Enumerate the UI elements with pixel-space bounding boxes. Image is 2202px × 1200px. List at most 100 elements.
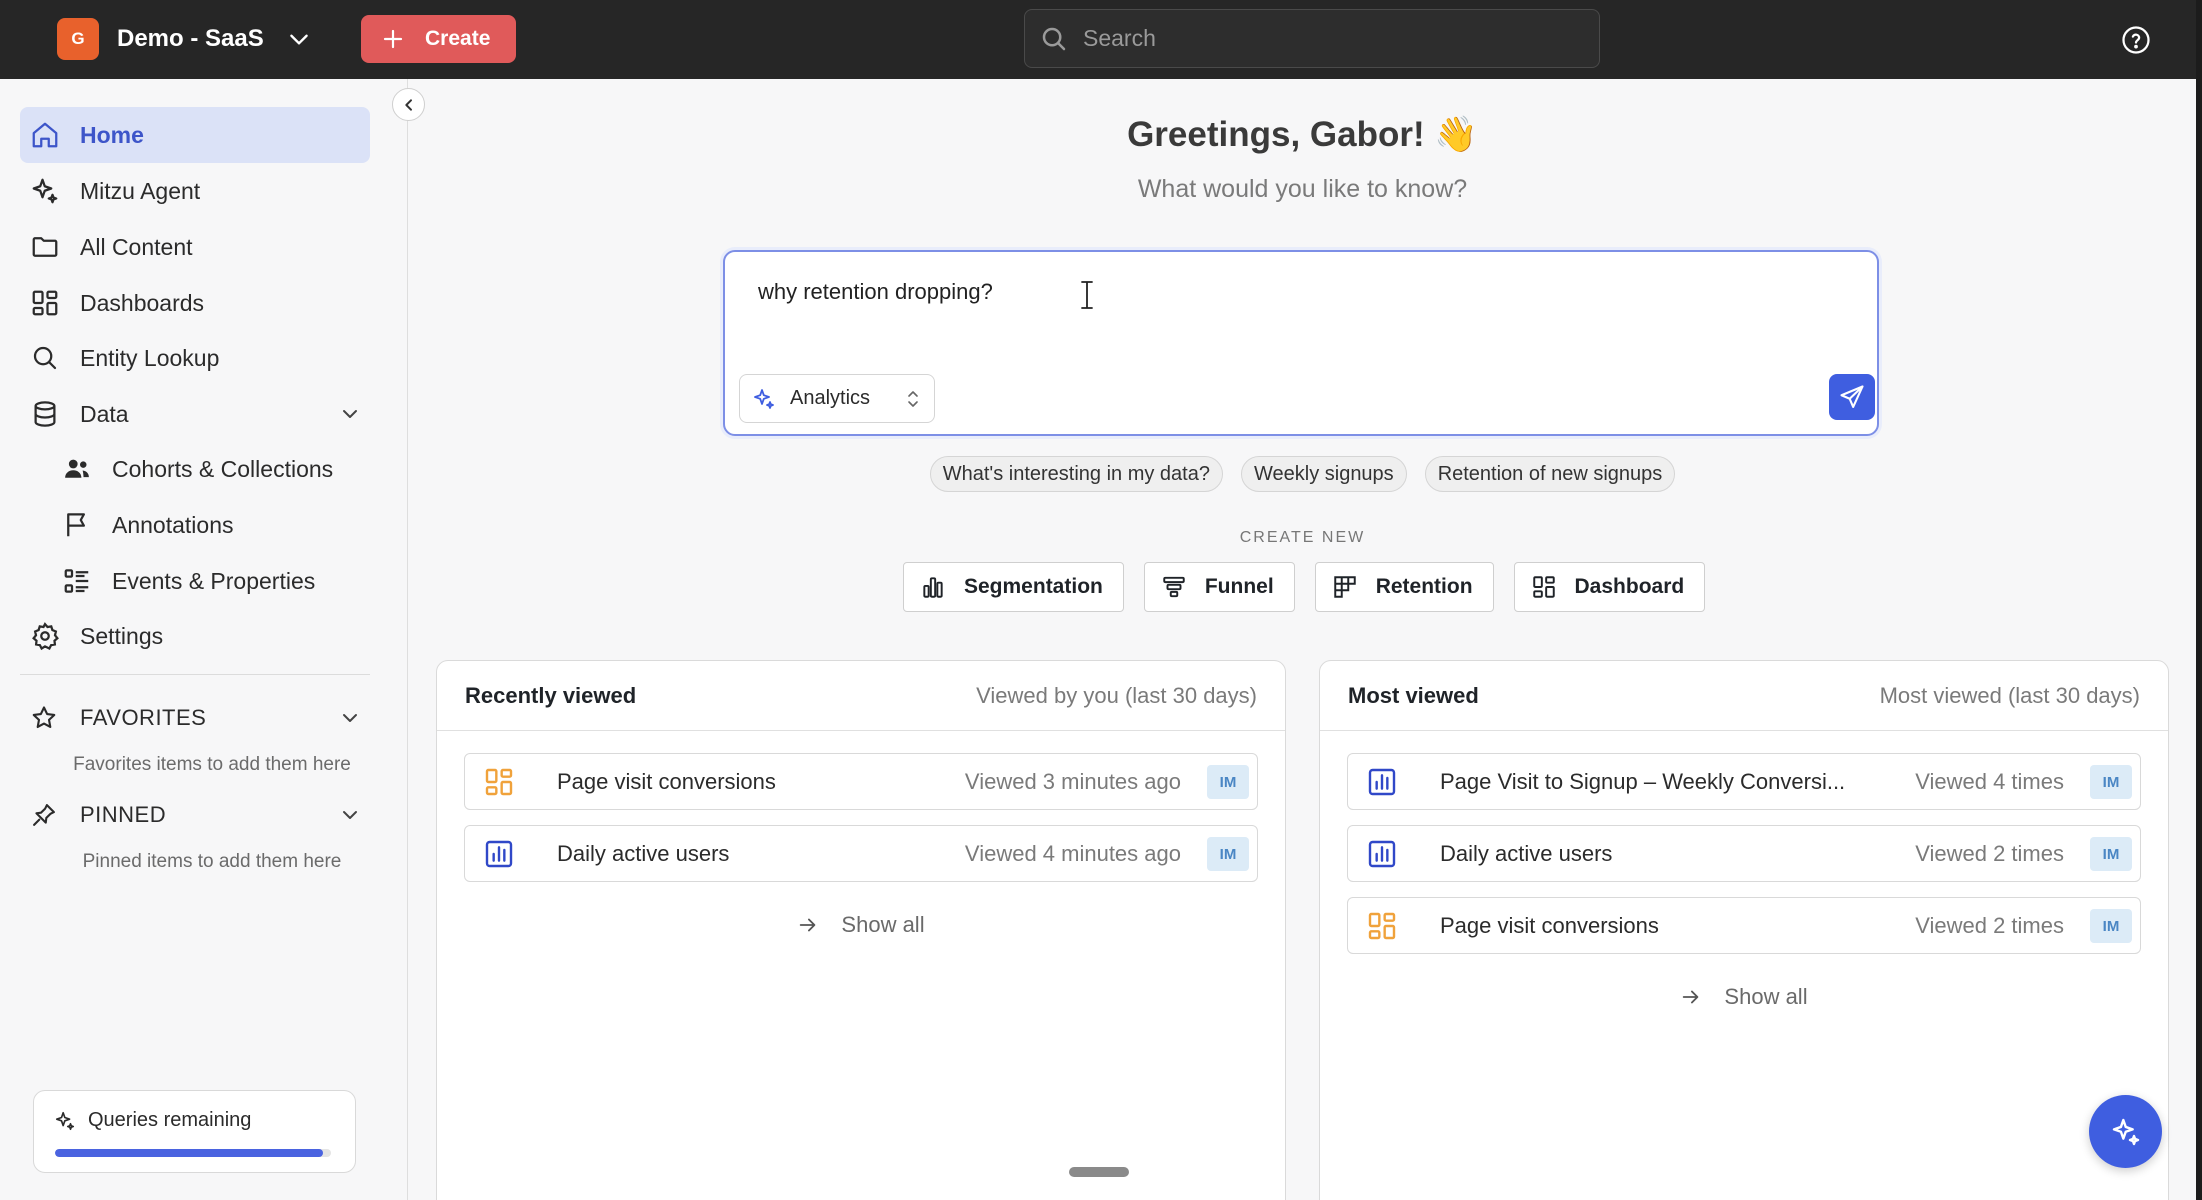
arrow-right-icon: [1683, 990, 1699, 1004]
pinned-header[interactable]: PINNED: [20, 795, 370, 835]
agent-fab-button[interactable]: [2089, 1095, 2162, 1168]
sparkle-icon: [32, 178, 58, 204]
panel-title: Most viewed: [1348, 682, 1479, 708]
create-segmentation-button[interactable]: Segmentation: [903, 562, 1124, 612]
star-icon: [32, 706, 56, 729]
plus-icon: [383, 29, 403, 49]
sidebar-item-all-content[interactable]: All Content: [20, 219, 370, 275]
sidebar-item-label: Cohorts & Collections: [112, 455, 334, 482]
sidebar-item-mitzu-agent[interactable]: Mitzu Agent: [20, 163, 370, 219]
panel-header: Recently viewed Viewed by you (last 30 d…: [437, 661, 1285, 731]
sidebar-item-label: Data: [80, 400, 129, 427]
mode-select[interactable]: Analytics: [739, 374, 935, 423]
queries-progress-bar: [55, 1149, 331, 1157]
dashboard-icon: [32, 290, 58, 316]
dashboard-icon: [1532, 576, 1555, 598]
suggestion-chip[interactable]: Weekly signups: [1240, 456, 1407, 492]
suggestion-chip[interactable]: What's interesting in my data?: [929, 456, 1223, 492]
search-input[interactable]: [1083, 25, 1563, 52]
favorites-header[interactable]: FAVORITES: [20, 698, 370, 738]
sidebar-item-label: Entity Lookup: [80, 344, 220, 371]
list-item[interactable]: Daily active users Viewed 2 times IM: [1347, 825, 2141, 882]
list-item[interactable]: Page Visit to Signup – Weekly Conversi..…: [1347, 753, 2141, 810]
show-all-link[interactable]: Show all: [1347, 984, 2141, 1010]
sidebar-item-label: Dashboards: [80, 289, 205, 316]
main-panel: Greetings, Gabor! 👋 What would you like …: [409, 79, 2196, 1200]
send-icon: [1840, 385, 1864, 408]
list-item[interactable]: Page visit conversions Viewed 3 minutes …: [464, 753, 1258, 810]
sidebar-item-annotations[interactable]: Annotations: [52, 497, 370, 553]
sidebar: Home Mitzu Agent All Content Dashboards …: [0, 79, 408, 1200]
sidebar-item-home[interactable]: Home: [20, 107, 370, 163]
list-item[interactable]: Daily active users Viewed 4 minutes ago …: [464, 825, 1258, 882]
funnel-icon: [1163, 576, 1185, 598]
panel-header: Most viewed Most viewed (last 30 days): [1320, 661, 2168, 731]
search-icon: [33, 346, 57, 370]
search-icon: [1042, 27, 1066, 50]
search-bar[interactable]: [1024, 9, 1600, 68]
help-icon[interactable]: [2121, 25, 2151, 55]
queries-remaining-card[interactable]: Queries remaining: [33, 1090, 356, 1173]
create-retention-button[interactable]: Retention: [1314, 562, 1494, 612]
gear-icon: [32, 622, 59, 651]
create-dashboard-button[interactable]: Dashboard: [1513, 562, 1706, 612]
sidebar-divider: [20, 674, 370, 675]
show-all-link[interactable]: Show all: [464, 912, 1258, 938]
flag-icon: [67, 513, 85, 537]
bar-chart-icon: [923, 577, 943, 598]
home-icon: [32, 122, 58, 148]
panel-subtitle: Most viewed (last 30 days): [1879, 682, 2140, 708]
agent-prompt-box[interactable]: why retention dropping? Analytics: [723, 250, 1879, 436]
queries-label: Queries remaining: [88, 1109, 252, 1131]
chevron-down-icon: [343, 410, 357, 418]
sidebar-item-events[interactable]: Events & Properties: [52, 553, 370, 609]
sidebar-item-label: All Content: [80, 233, 193, 260]
create-label: Create: [425, 27, 491, 50]
queries-row: Queries remaining: [54, 1109, 251, 1132]
suggestion-chips: What's interesting in my data? Weekly si…: [409, 456, 2196, 492]
item-name: Page Visit to Signup – Weekly Conversi..…: [1440, 768, 1846, 794]
send-button[interactable]: [1829, 374, 1875, 420]
create-funnel-button[interactable]: Funnel: [1143, 562, 1295, 612]
insight-chart-icon: [1368, 768, 1396, 795]
favorites-label: FAVORITES: [80, 705, 207, 730]
top-bar: G Demo - SaaS Create: [0, 0, 2196, 79]
sidebar-item-settings[interactable]: Settings: [20, 608, 370, 664]
dashboard-icon: [485, 768, 513, 795]
users-icon: [65, 459, 89, 478]
sidebar-item-dashboards[interactable]: Dashboards: [20, 275, 370, 331]
list-item[interactable]: Page visit conversions Viewed 2 times IM: [1347, 897, 2141, 954]
scroll-handle[interactable]: [1069, 1167, 1129, 1177]
prompt-input[interactable]: why retention dropping?: [758, 279, 993, 305]
favorites-hint: Favorites items to add them here: [73, 754, 351, 775]
content-area: Home Mitzu Agent All Content Dashboards …: [0, 79, 2196, 1200]
pinned-hint: Pinned items to add them here: [82, 851, 342, 872]
sidebar-item-cohorts[interactable]: Cohorts & Collections: [52, 441, 370, 497]
create-button[interactable]: Create: [361, 15, 516, 63]
item-meta: Viewed 2 times: [1915, 840, 2064, 866]
sidebar-item-data[interactable]: Data: [20, 386, 370, 442]
org-badge: G: [57, 18, 99, 60]
collapse-sidebar-button[interactable]: [392, 88, 425, 121]
sidebar-item-entity-lookup[interactable]: Entity Lookup: [20, 330, 370, 386]
org-switcher[interactable]: G Demo - SaaS: [57, 18, 312, 60]
sidebar-item-label: Settings: [80, 622, 164, 649]
insight-chart-icon: [485, 840, 513, 867]
avatar: IM: [2090, 837, 2132, 871]
dashboard-icon: [1368, 912, 1396, 939]
pinned-label: PINNED: [80, 802, 167, 827]
pin-icon: [33, 804, 55, 826]
show-all-label: Show all: [1724, 984, 1808, 1009]
sidebar-item-label: Annotations: [112, 511, 234, 538]
text-cursor-icon: [1081, 281, 1093, 309]
database-icon: [34, 401, 56, 427]
create-button-label: Retention: [1375, 575, 1473, 598]
mode-select-label: Analytics: [790, 387, 871, 409]
chevron-left-icon: [404, 98, 412, 111]
org-name: Demo - SaaS: [117, 25, 264, 52]
create-button-label: Funnel: [1204, 575, 1274, 598]
sidebar-item-label: Home: [80, 121, 144, 148]
suggestion-chip[interactable]: Retention of new signups: [1424, 456, 1676, 492]
chevron-down-icon: [343, 811, 357, 819]
chevron-down-icon: [343, 714, 357, 722]
